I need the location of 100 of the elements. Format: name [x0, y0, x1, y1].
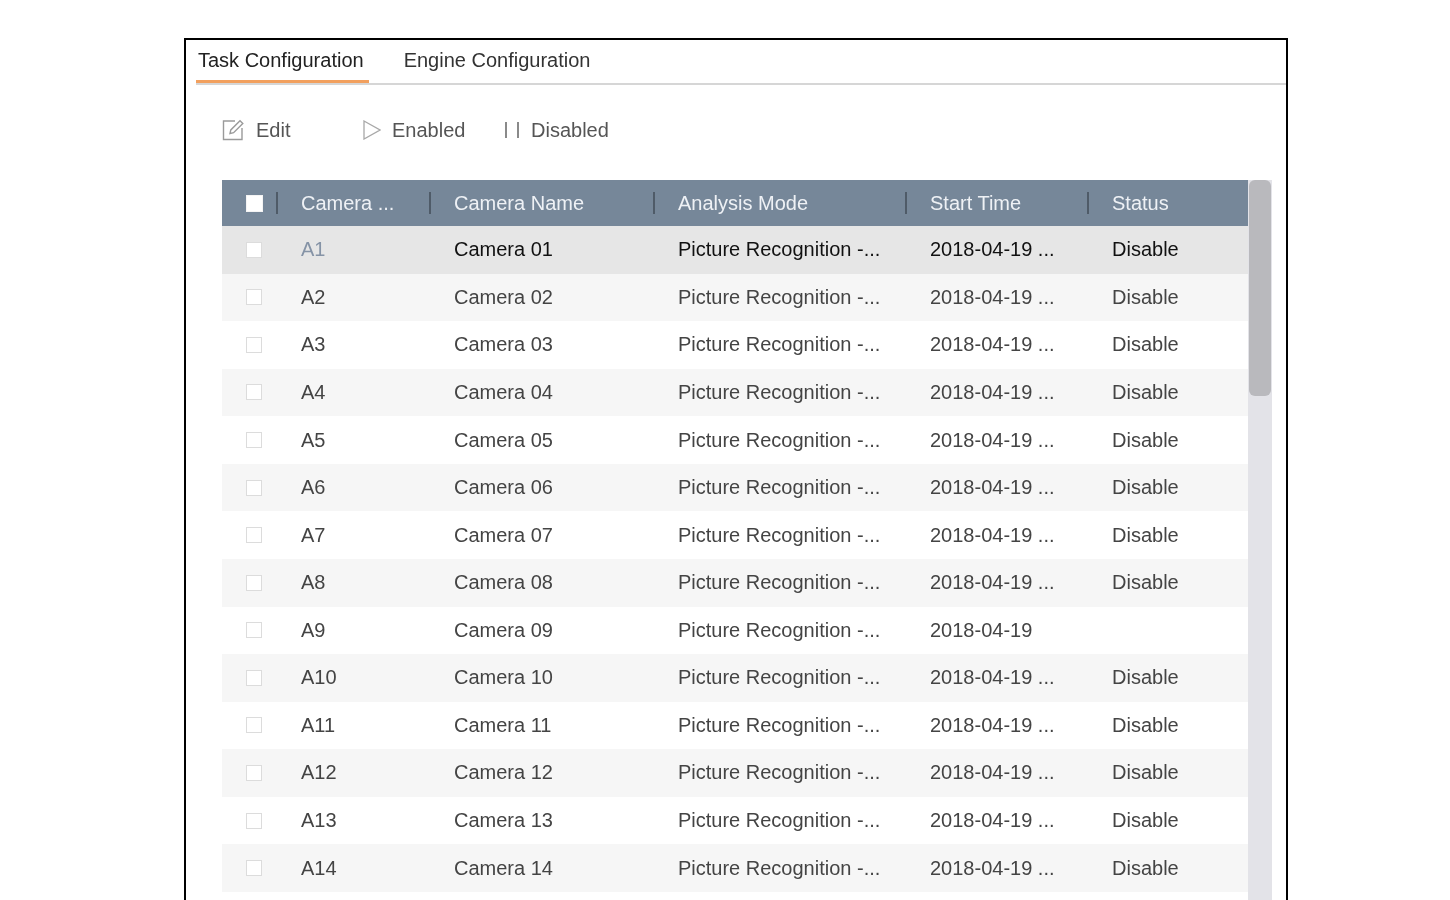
- table-cell-text: 2018-04-19 ...: [929, 237, 1056, 263]
- table-cell-text: Camera 03: [453, 332, 554, 358]
- table-cell-text: Picture Recognition -...: [677, 570, 882, 596]
- row-checkbox[interactable]: [246, 717, 262, 734]
- table-row[interactable]: A10 Camera 10 Picture Recognition -... 2018-04-19 ... Disable: [222, 654, 1248, 702]
- row-checkbox[interactable]: [246, 764, 262, 781]
- table-cell-text: Disable: [1111, 379, 1180, 405]
- table-cell-text: 2018-04-19 ...: [929, 808, 1056, 834]
- table-cell-text: Disable: [1111, 760, 1180, 786]
- table-cell-text: Picture Recognition -...: [677, 379, 882, 405]
- table-cell-text: Camera 04: [453, 379, 554, 405]
- tab[interactable]: Task Configuration: [196, 40, 369, 83]
- table-cell-text: A5: [300, 427, 327, 453]
- table-cell-text: A2: [300, 284, 327, 310]
- table-cell-text: 2018-04-19 ...: [929, 712, 1056, 738]
- table-cell-text: Camera 07: [453, 522, 554, 548]
- table-cell-text: A6: [300, 475, 327, 501]
- table-cell-text: A12: [300, 760, 338, 786]
- row-checkbox[interactable]: [246, 622, 262, 639]
- table-cell-text: A14: [300, 855, 338, 881]
- table-cell-text: Disable: [1111, 237, 1180, 263]
- table-cell-text: Picture Recognition -...: [677, 712, 882, 738]
- table-cell-text: Picture Recognition -...: [677, 475, 882, 501]
- table-row[interactable]: A14 Camera 14 Picture Recognition -... 2018-04-19 ... Disable: [222, 844, 1248, 892]
- table-cell-text: A10: [300, 665, 338, 691]
- table-cell-text: 2018-04-19 ...: [929, 475, 1056, 501]
- table-cell-text: Disable: [1111, 712, 1180, 738]
- column-header: Camera ...: [277, 180, 430, 226]
- table-cell-text: Camera 01: [453, 237, 554, 263]
- table-cell-text: Camera 06: [453, 475, 554, 501]
- row-checkbox[interactable]: [246, 289, 262, 306]
- row-checkbox[interactable]: [246, 479, 262, 496]
- table-row[interactable]: A6 Camera 06 Picture Recognition -... 2018-04-19 ... Disable: [222, 463, 1248, 512]
- table-cell-text: 2018-04-19 ...: [929, 855, 1056, 881]
- table-cell-text: Picture Recognition -...: [677, 522, 882, 548]
- table-cell-text: Camera 12: [453, 760, 554, 786]
- table-cell-text: A9: [300, 617, 327, 643]
- table-cell-text: A11: [300, 712, 337, 738]
- disable-button[interactable]: Disabled: [504, 110, 609, 150]
- table-row[interactable]: A2 Camera 02 Picture Recognition -... 2018-04-19 ... Disable: [222, 273, 1248, 322]
- table-cell-text: A7: [300, 522, 327, 548]
- table-cell-text: Disable: [1111, 427, 1180, 453]
- table-cell-text: Camera 10: [453, 665, 554, 691]
- column-header: Camera Name: [430, 180, 654, 226]
- table-cell-text: Camera 13: [453, 808, 554, 834]
- table-cell-text: Camera 14: [453, 855, 554, 881]
- table-cell-text: 2018-04-19 ...: [929, 284, 1056, 310]
- table-cell-text: Camera 11: [453, 712, 553, 738]
- table-row[interactable]: A12 Camera 12 Picture Recognition -... 2018-04-19 ... Disable: [222, 749, 1248, 797]
- table-row[interactable]: A1 Camera 01 Picture Recognition -... 2018-04-19 ... Disable: [222, 226, 1248, 274]
- table-cell-text: Picture Recognition -...: [677, 332, 882, 358]
- table-cell-text: Picture Recognition -...: [677, 855, 882, 881]
- row-checkbox[interactable]: [246, 432, 262, 449]
- row-checkbox[interactable]: [246, 860, 262, 877]
- table-cell-text: Picture Recognition -...: [677, 237, 882, 263]
- table-cell-text: Camera 09: [453, 617, 554, 643]
- pause-icon: [504, 121, 520, 139]
- table-cell-text: Disable: [1111, 284, 1180, 310]
- table-cell-text: Camera 05: [453, 427, 554, 453]
- table-cell-text: Picture Recognition -...: [677, 808, 882, 834]
- table-cell-text: Disable: [1111, 522, 1180, 548]
- table-cell-text: A13: [300, 808, 338, 834]
- table-cell-text: 2018-04-19 ...: [929, 760, 1056, 786]
- column-header: Status: [1088, 180, 1248, 226]
- table-cell-text: Camera 02: [453, 284, 554, 310]
- row-checkbox[interactable]: [246, 574, 262, 591]
- select-all-checkbox[interactable]: [246, 194, 263, 212]
- row-checkbox[interactable]: [246, 241, 262, 258]
- row-checkbox[interactable]: [246, 812, 262, 829]
- table-cell-text: A8: [300, 570, 327, 596]
- column-header: Start Time: [906, 180, 1088, 226]
- table-cell-text: A1: [300, 237, 327, 263]
- table-cell-text: A3: [300, 332, 327, 358]
- edit-button[interactable]: Edit: [222, 110, 363, 150]
- table-cell-text: Disable: [1111, 665, 1180, 691]
- scrollbar-thumb[interactable]: [1249, 180, 1271, 396]
- row-checkbox[interactable]: [246, 527, 262, 544]
- row-checkbox[interactable]: [246, 669, 262, 686]
- table-row[interactable]: A4 Camera 04 Picture Recognition -... 2018-04-19 ... Disable: [222, 368, 1248, 417]
- table-cell-text: Picture Recognition -...: [677, 617, 882, 643]
- enable-button[interactable]: Enabled: [363, 110, 504, 150]
- table-cell-text: 2018-04-19 ...: [929, 332, 1056, 358]
- table-cell-text: Picture Recognition -...: [677, 665, 882, 691]
- edit-icon: [222, 119, 245, 141]
- row-checkbox[interactable]: [246, 384, 262, 401]
- table-cell-text: A4: [300, 379, 327, 405]
- column-header: Analysis Mode: [654, 180, 906, 226]
- row-checkbox[interactable]: [246, 336, 262, 353]
- table-cell-text: 2018-04-19 ...: [929, 379, 1056, 405]
- table-cell-text: Picture Recognition -...: [677, 284, 882, 310]
- table-row[interactable]: A8 Camera 08 Picture Recognition -... 2018-04-19 ... Disable: [222, 558, 1248, 607]
- tab[interactable]: Engine Configuration: [401, 40, 596, 83]
- table-cell-text: 2018-04-19 ...: [929, 570, 1056, 596]
- table-cell-text: 2018-04-19 ...: [929, 427, 1056, 453]
- table-cell-text: 2018-04-19: [929, 617, 1034, 643]
- table-cell-text: Disable: [1111, 475, 1180, 501]
- play-icon: [363, 120, 381, 140]
- table-cell-text: Picture Recognition -...: [677, 760, 882, 786]
- table-cell-text: Camera 08: [453, 570, 554, 596]
- table-cell-text: 2018-04-19 ...: [929, 522, 1056, 548]
